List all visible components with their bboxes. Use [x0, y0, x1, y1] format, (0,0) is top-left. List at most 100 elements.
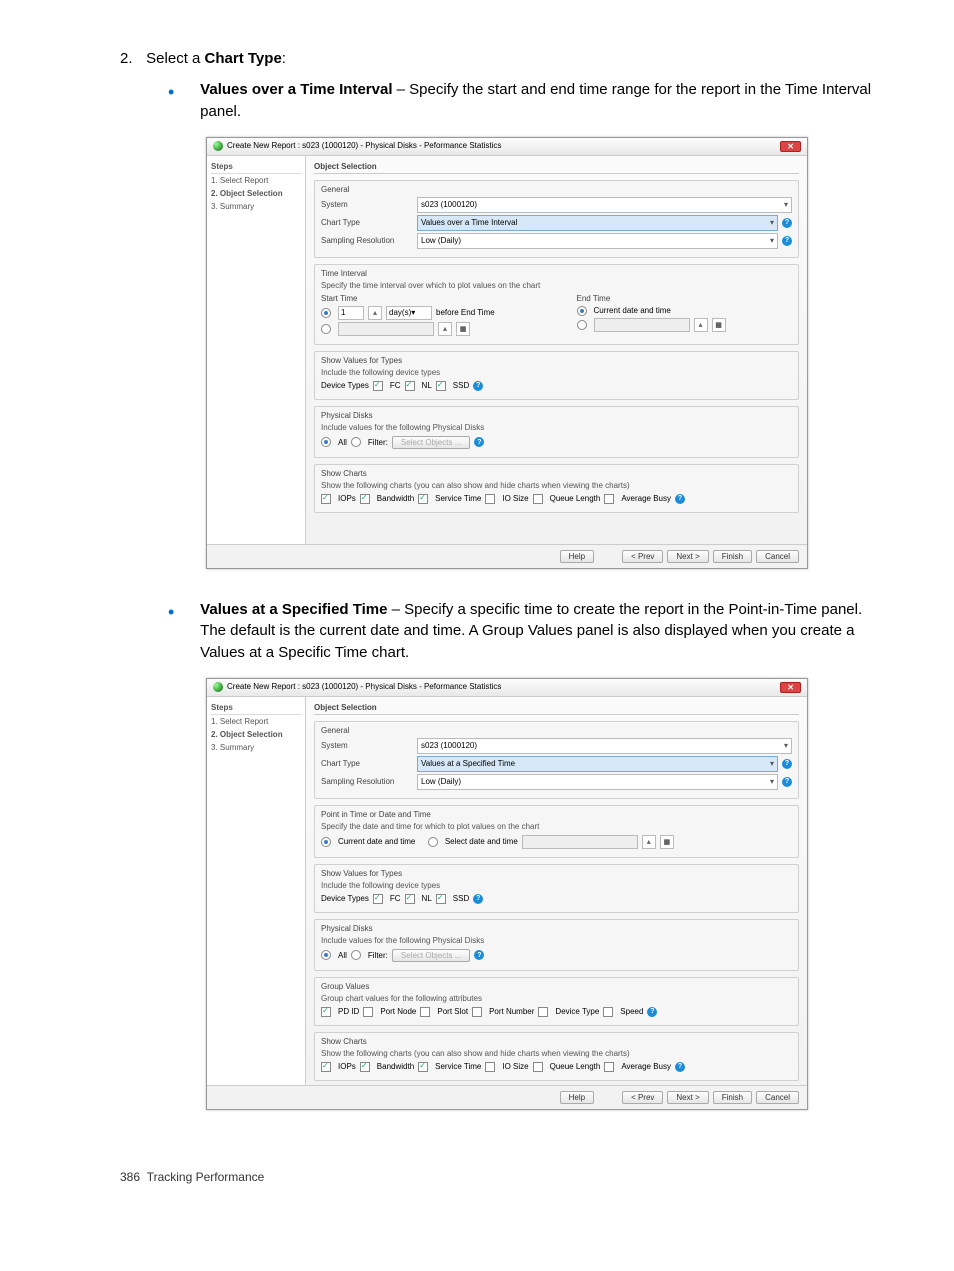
- bullet-item: • Values over a Time Interval – Specify …: [168, 79, 894, 123]
- iops-checkbox[interactable]: [321, 1062, 331, 1072]
- step-item[interactable]: 3. Summary: [211, 741, 301, 754]
- system-dropdown[interactable]: s023 (1000120)▾: [417, 738, 792, 754]
- system-dropdown[interactable]: s023 (1000120)▾: [417, 197, 792, 213]
- info-icon[interactable]: ?: [647, 1007, 657, 1017]
- prev-button[interactable]: < Prev: [622, 550, 663, 563]
- start-value-input[interactable]: 1: [338, 306, 364, 320]
- section-sub: Include values for the following Physica…: [321, 423, 792, 432]
- all-radio[interactable]: [321, 950, 331, 960]
- iops-checkbox[interactable]: [321, 494, 331, 504]
- average-busy-checkbox[interactable]: [604, 1062, 614, 1072]
- next-button[interactable]: Next >: [667, 1091, 708, 1104]
- panel-title: Object Selection: [314, 701, 799, 715]
- nl-checkbox[interactable]: [405, 381, 415, 391]
- info-icon[interactable]: ?: [782, 236, 792, 246]
- info-icon[interactable]: ?: [782, 777, 792, 787]
- finish-button[interactable]: Finish: [713, 1091, 752, 1104]
- chart-type-dropdown[interactable]: Values at a Specified Time▾: [417, 756, 778, 772]
- info-icon[interactable]: ?: [474, 437, 484, 447]
- prev-button[interactable]: < Prev: [622, 1091, 663, 1104]
- average-busy-checkbox[interactable]: [604, 494, 614, 504]
- spinner-icon[interactable]: ▴: [694, 318, 708, 332]
- step-item[interactable]: 3. Summary: [211, 200, 301, 213]
- sampling-dropdown[interactable]: Low (Daily)▾: [417, 233, 778, 249]
- select-date-radio[interactable]: [428, 837, 438, 847]
- help-button[interactable]: Help: [560, 550, 594, 563]
- io-size-checkbox[interactable]: [485, 494, 495, 504]
- start-unit-dropdown[interactable]: day(s) ▾: [386, 306, 432, 320]
- portnumber-checkbox[interactable]: [472, 1007, 482, 1017]
- spinner-icon[interactable]: ▴: [438, 322, 452, 336]
- portslot-checkbox[interactable]: [420, 1007, 430, 1017]
- step-item[interactable]: 1. Select Report: [211, 174, 301, 187]
- help-button[interactable]: Help: [560, 1091, 594, 1104]
- section-sub: Show the following charts (you can also …: [321, 1049, 792, 1058]
- spinner-icon[interactable]: ▴: [368, 306, 382, 320]
- step-item[interactable]: 1. Select Report: [211, 715, 301, 728]
- chevron-down-icon: ▾: [784, 741, 788, 750]
- cancel-button[interactable]: Cancel: [756, 550, 799, 563]
- filter-radio[interactable]: [351, 437, 361, 447]
- fc-checkbox[interactable]: [373, 894, 383, 904]
- end-date-input[interactable]: [594, 318, 690, 332]
- close-icon[interactable]: ✕: [780, 141, 801, 152]
- section-header: Show Charts: [321, 1037, 792, 1046]
- service-time-checkbox[interactable]: [418, 1062, 428, 1072]
- info-icon[interactable]: ?: [473, 381, 483, 391]
- devicetype-checkbox[interactable]: [538, 1007, 548, 1017]
- info-icon[interactable]: ?: [675, 1062, 685, 1072]
- info-icon[interactable]: ?: [473, 894, 483, 904]
- section-header: Physical Disks: [321, 411, 792, 420]
- filter-radio[interactable]: [351, 950, 361, 960]
- section-sub: Include the following device types: [321, 881, 792, 890]
- step-item[interactable]: 2. Object Selection: [211, 187, 301, 200]
- chart-type-dropdown[interactable]: Values over a Time Interval▾: [417, 215, 778, 231]
- calendar-icon[interactable]: ▦: [660, 835, 674, 849]
- show-types-section: Show Values for Types Include the follow…: [314, 351, 799, 400]
- portnode-checkbox[interactable]: [363, 1007, 373, 1017]
- info-icon[interactable]: ?: [675, 494, 685, 504]
- pdid-checkbox[interactable]: [321, 1007, 331, 1017]
- section-header: Time Interval: [321, 269, 792, 278]
- calendar-icon[interactable]: ▦: [456, 322, 470, 336]
- start-date-input[interactable]: [338, 322, 434, 336]
- end-absolute-radio[interactable]: [577, 320, 587, 330]
- chart-type-label: Chart Type: [321, 218, 413, 227]
- spinner-icon[interactable]: ▴: [642, 835, 656, 849]
- cancel-button[interactable]: Cancel: [756, 1091, 799, 1104]
- queue-length-checkbox[interactable]: [533, 1062, 543, 1072]
- queue-length-checkbox[interactable]: [533, 494, 543, 504]
- info-icon[interactable]: ?: [782, 218, 792, 228]
- info-icon[interactable]: ?: [782, 759, 792, 769]
- current-date-radio[interactable]: [321, 837, 331, 847]
- finish-button[interactable]: Finish: [713, 550, 752, 563]
- bullet-title: Values over a Time Interval: [200, 81, 392, 98]
- select-objects-button[interactable]: Select Objects ...: [392, 436, 470, 449]
- service-time-checkbox[interactable]: [418, 494, 428, 504]
- select-objects-button[interactable]: Select Objects ...: [392, 949, 470, 962]
- all-radio[interactable]: [321, 437, 331, 447]
- end-current-radio[interactable]: [577, 306, 587, 316]
- next-button[interactable]: Next >: [667, 550, 708, 563]
- calendar-icon[interactable]: ▦: [712, 318, 726, 332]
- sampling-dropdown[interactable]: Low (Daily)▾: [417, 774, 778, 790]
- select-date-input[interactable]: [522, 835, 638, 849]
- bandwidth-checkbox[interactable]: [360, 494, 370, 504]
- start-absolute-radio[interactable]: [321, 324, 331, 334]
- info-icon[interactable]: ?: [474, 950, 484, 960]
- section-header: General: [321, 726, 792, 735]
- speed-checkbox[interactable]: [603, 1007, 613, 1017]
- close-icon[interactable]: ✕: [780, 682, 801, 693]
- system-label: System: [321, 741, 413, 750]
- ssd-checkbox[interactable]: [436, 381, 446, 391]
- dialog-specified-time: Create New Report : s023 (1000120) - Phy…: [206, 678, 808, 1110]
- fc-checkbox[interactable]: [373, 381, 383, 391]
- start-relative-radio[interactable]: [321, 308, 331, 318]
- panel-title: Object Selection: [314, 160, 799, 174]
- nl-checkbox[interactable]: [405, 894, 415, 904]
- step-item[interactable]: 2. Object Selection: [211, 728, 301, 741]
- io-size-checkbox[interactable]: [485, 1062, 495, 1072]
- ssd-checkbox[interactable]: [436, 894, 446, 904]
- wizard-steps: Steps 1. Select Report 2. Object Selecti…: [207, 697, 306, 1085]
- bandwidth-checkbox[interactable]: [360, 1062, 370, 1072]
